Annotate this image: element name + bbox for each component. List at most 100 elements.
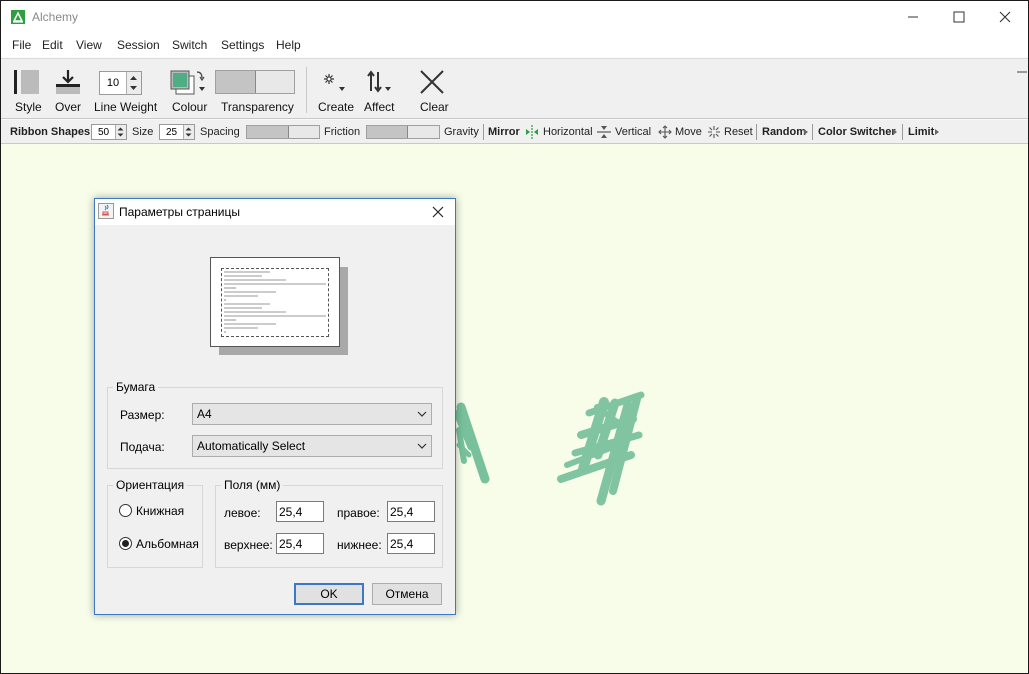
spinner-arrows-icon [117,127,124,137]
main-toolbar: Style Over 10 Line Weight Colour Transpa… [1,58,1028,119]
mirror-horizontal-icon [526,125,538,139]
bottom-margin-value: 25,4 [390,537,414,551]
spacing-value: 25 [165,126,178,138]
reset-burst-icon [708,126,720,138]
paper-size-select[interactable]: A4 [192,403,432,425]
menu-file[interactable]: File [12,38,31,52]
close-icon [432,206,444,218]
clear-label: Clear [420,100,449,114]
title-bar: Alchemy [1,1,1028,33]
landscape-radio[interactable] [119,537,132,550]
over-icon [56,70,80,94]
paper-source-label: Подача: [120,440,165,454]
style-icon [14,70,39,94]
bottom-margin-input[interactable]: 25,4 [387,533,435,554]
margins-group-title: Поля (мм) [221,478,284,492]
friction-slider[interactable] [246,125,320,139]
reset-label: Reset [724,126,753,138]
size-stepper[interactable]: 50 [91,124,127,140]
menu-session[interactable]: Session [117,38,160,52]
left-margin-input[interactable]: 25,4 [276,501,324,522]
move-label: Move [675,126,702,138]
dialog-close-button[interactable] [421,199,455,225]
radio-selected-dot [122,540,129,547]
close-button[interactable] [982,1,1028,33]
affect-label: Affect [364,100,395,114]
ribbon-stroke-left [453,402,490,484]
create-label: Create [318,100,355,114]
random-label: Random [762,126,806,138]
top-margin-input[interactable]: 25,4 [276,533,324,554]
page-preview-text-lines [224,271,326,333]
menu-edit[interactable]: Edit [42,38,63,52]
ribbon-stroke-right [557,391,645,506]
portrait-label: Книжная [136,504,185,518]
portrait-radio[interactable] [119,504,132,517]
gravity-slider[interactable] [366,125,440,139]
chevron-right-icon [893,129,897,135]
ok-button[interactable]: OK [294,583,364,605]
vertical-label: Vertical [615,126,652,138]
paper-source-select[interactable]: Automatically Select [192,435,432,457]
paper-source-value: Automatically Select [197,439,306,453]
color-switcher-label: Color Switcher [818,126,896,138]
style-label: Style [15,100,42,114]
size-arrows[interactable] [115,125,126,139]
menu-help[interactable]: Help [276,38,301,52]
line-weight-stepper[interactable]: 10 [99,71,142,95]
right-margin-label: правое: [337,506,380,520]
landscape-label: Альбомная [136,537,199,551]
colour-label: Colour [172,100,208,114]
margins-group: Поля (мм) левое: 25,4 правое: 25,4 верхн… [215,478,443,568]
size-label: Size [132,126,154,138]
paper-group-title: Бумага [113,380,159,394]
top-margin-label: верхнее: [224,538,273,552]
page-preview [210,257,340,347]
spacing-stepper[interactable]: 25 [159,124,195,140]
transparency-track[interactable] [215,70,295,94]
chevron-down-icon [417,411,427,417]
toolbar-overflow-handle[interactable] [1017,71,1027,73]
close-icon [999,11,1011,23]
horizontal-label: Horizontal [543,126,593,138]
chevron-down-icon [417,443,427,449]
right-margin-input[interactable]: 25,4 [387,501,435,522]
minimize-button[interactable] [890,1,936,33]
create-sparkle-icon [324,74,345,91]
gravity-thumb[interactable] [407,126,408,138]
limit-label: Limit [908,126,935,138]
menu-settings[interactable]: Settings [221,38,264,52]
line-weight-label: Line Weight [94,100,158,114]
spacing-arrows[interactable] [183,125,194,139]
java-coffee-icon [98,203,114,219]
move-icon [658,125,672,139]
page-setup-dialog: Параметры страницы Бумага Размер: A4 Под… [94,198,456,615]
line-weight-arrows[interactable] [126,72,141,94]
line-weight-value: 10 [106,77,120,89]
spinner-arrows-icon [185,127,192,137]
alchemy-window: Alchemy File Edit View Session Switch Se… [0,0,1029,674]
toolbar-separator [812,124,813,140]
dialog-title: Параметры страницы [119,205,240,219]
friction-fill [247,126,288,138]
maximize-icon [953,11,965,23]
friction-thumb[interactable] [288,126,289,138]
mirror-vertical-icon [597,126,611,138]
page-preview-margins [221,268,329,337]
left-margin-label: левое: [224,506,261,520]
transparency-label: Transparency [221,100,294,114]
gravity-label: Gravity [444,126,479,138]
menu-view[interactable]: View [76,38,102,52]
minimize-icon [908,16,918,18]
maximize-button[interactable] [936,1,982,33]
dialog-title-bar: Параметры страницы [95,199,455,225]
over-label: Over [55,100,82,114]
toolbar-separator [756,124,757,140]
menu-switch[interactable]: Switch [172,38,207,52]
toolbar-separator [483,124,484,140]
paper-group: Бумага Размер: A4 Подача: Automatically … [107,380,443,469]
window-title: Alchemy [32,10,79,24]
cancel-button[interactable]: Отмена [372,583,442,605]
friction-label: Friction [324,126,361,138]
chevron-right-icon [804,129,808,135]
